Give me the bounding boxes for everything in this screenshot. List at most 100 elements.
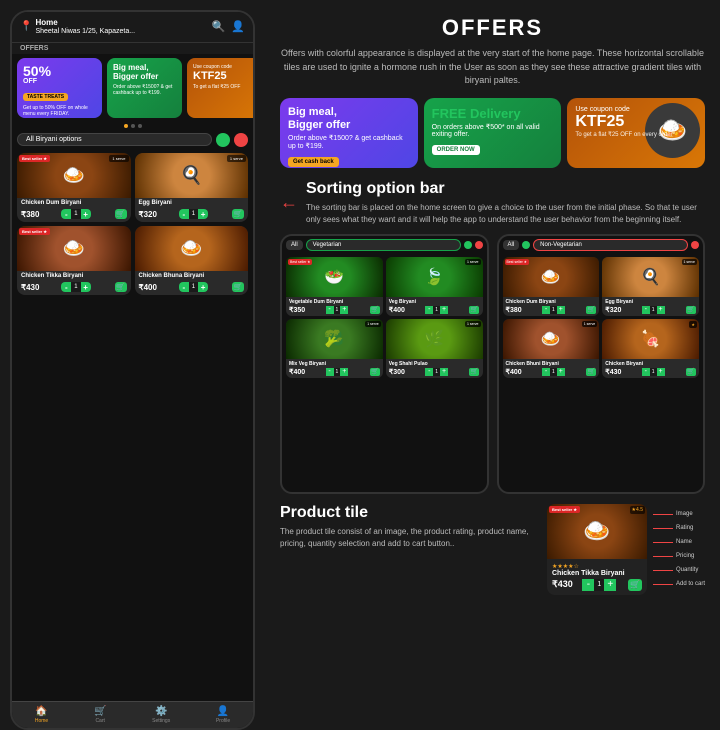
mini-veg-cart-4[interactable]: 🛒 <box>469 368 479 376</box>
mini-veg-plus-2[interactable]: + <box>440 306 448 314</box>
pt-cart-btn[interactable]: 🛒 <box>628 579 642 591</box>
nav-settings[interactable]: ⚙️ Settings <box>152 706 170 724</box>
mini-nv-cart-1[interactable]: 🛒 <box>586 306 596 314</box>
mini-veg-minus-1[interactable]: - <box>326 306 334 314</box>
mini-veg-cart-3[interactable]: 🛒 <box>370 368 380 376</box>
qty-plus-3[interactable]: + <box>81 282 91 292</box>
product-name-2: Egg Biryani <box>139 200 245 207</box>
cart-btn-4[interactable]: 🛒 <box>232 282 244 292</box>
mini-veg-dot-nv[interactable] <box>522 241 530 249</box>
qty-control-4[interactable]: - 1 + <box>179 282 208 292</box>
mini-all-btn-nonveg[interactable]: All <box>503 240 520 250</box>
mini-veg-card-2[interactable]: 🍃 1 serve Veg Biryani ₹400 - 1 + � <box>386 257 483 316</box>
offer-card-big-meal[interactable]: Big meal,Bigger offer Order above ₹1500?… <box>107 58 182 118</box>
mini-nv-qty-2[interactable]: - 1 + <box>642 306 665 314</box>
mini-nv-qty-1[interactable]: - 1 + <box>542 306 565 314</box>
mini-all-btn-veg[interactable]: All <box>286 240 303 250</box>
taste-treats-btn[interactable]: TASTE TREATS <box>23 93 68 101</box>
qty-minus-3[interactable]: - <box>61 282 71 292</box>
qty-minus-2[interactable]: - <box>179 209 189 219</box>
display-card-big-meal[interactable]: Big meal,Bigger offer Order above ₹1500?… <box>280 98 418 168</box>
non-veg-filter-dot[interactable] <box>234 133 248 147</box>
mini-veg-filter[interactable]: Vegetarian <box>306 239 461 251</box>
offer-card-discount[interactable]: 50% OFF TASTE TREATS Get up to 50% OFF o… <box>17 58 102 118</box>
mini-nv-qty-3[interactable]: - 1 + <box>542 368 565 376</box>
mini-nv-cart-4[interactable]: 🛒 <box>686 368 696 376</box>
mini-veg-plus-4[interactable]: + <box>440 368 448 376</box>
mini-serve-3: 1 serve <box>365 321 380 327</box>
mini-nv-plus-4[interactable]: + <box>657 368 665 376</box>
mini-nv-minus-1[interactable]: - <box>542 306 550 314</box>
mini-nv-plus-3[interactable]: + <box>557 368 565 376</box>
qty-plus-2[interactable]: + <box>198 209 208 219</box>
search-icon[interactable]: 🔍 <box>212 20 226 33</box>
mini-veg-card-1[interactable]: 🥗 Best seller ★ Vegetable Dum Biryani ₹3… <box>286 257 383 316</box>
mini-nv-minus-3[interactable]: - <box>542 368 550 376</box>
mini-veg-cart-2[interactable]: 🛒 <box>469 306 479 314</box>
nav-cart[interactable]: 🛒 Cart <box>94 706 106 724</box>
product-tile-card[interactable]: 🍛 Best seller ★ ★4.5 ★★★★☆ Chicken Tikka… <box>547 504 647 595</box>
mini-nonveg-filter[interactable]: Non-Vegetarian <box>533 239 688 251</box>
qty-control-1[interactable]: - 1 + <box>61 209 90 219</box>
nav-home[interactable]: 🏠 Home <box>35 706 48 724</box>
pt-qty-control[interactable]: - 1 + <box>582 579 616 591</box>
product-price-1: ₹380 <box>21 210 39 219</box>
nav-profile[interactable]: 👤 Profile <box>216 706 230 724</box>
mini-nv-minus-4[interactable]: - <box>642 368 650 376</box>
mini-veg-cart-1[interactable]: 🛒 <box>370 306 380 314</box>
qty-plus-4[interactable]: + <box>198 282 208 292</box>
mini-veg-qty-1[interactable]: - 1 + <box>326 306 349 314</box>
mini-nv-qty-4[interactable]: - 1 + <box>642 368 665 376</box>
pt-qty-plus[interactable]: + <box>604 579 616 591</box>
qty-minus-1[interactable]: - <box>61 209 71 219</box>
mini-nv-card-2[interactable]: 🍳 1 serve Egg Biryani ₹320 - 1 + � <box>602 257 699 316</box>
all-biryani-filter[interactable]: All Biryani options <box>17 133 212 146</box>
mini-veg-qty-2[interactable]: - 1 + <box>425 306 448 314</box>
qty-plus-1[interactable]: + <box>81 209 91 219</box>
mini-veg-minus-4[interactable]: - <box>425 368 433 376</box>
mini-veg-minus-2[interactable]: - <box>425 306 433 314</box>
mini-veg-card-3[interactable]: 🥦 1 serve Mix Veg Biryani ₹400 - 1 + <box>286 319 383 378</box>
mini-nonveg-dot-veg[interactable] <box>475 241 483 249</box>
product-card-4[interactable]: 🍛 Chicken Bhuna Biryani ₹400 - 1 + 🛒 <box>135 226 249 295</box>
mini-nv-cart-2[interactable]: 🛒 <box>686 306 696 314</box>
product-card-1[interactable]: 🍛 Best seller ★ 1 serve Chicken Dum Biry… <box>17 153 131 222</box>
profile-icon[interactable]: 👤 <box>231 20 245 33</box>
veg-filter-dot[interactable] <box>216 133 230 147</box>
mini-veg-qty-3[interactable]: - 1 + <box>326 368 349 376</box>
mini-nonveg-dot[interactable] <box>691 241 699 249</box>
qty-minus-4[interactable]: - <box>179 282 189 292</box>
product-card-2[interactable]: 🍳 1 serve Egg Biryani ₹320 - 1 + 🛒 <box>135 153 249 222</box>
cart-btn-2[interactable]: 🛒 <box>232 209 244 219</box>
mini-nv-img-1: 🍛 Best seller ★ <box>503 257 600 297</box>
qty-control-3[interactable]: - 1 + <box>61 282 90 292</box>
product-info-4: Chicken Bhuna Biryani ₹400 - 1 + 🛒 <box>135 271 249 295</box>
mini-nv-cart-3[interactable]: 🛒 <box>586 368 596 376</box>
mini-veg-minus-3[interactable]: - <box>326 368 334 376</box>
product-card-3[interactable]: 🍛 Best seller ★ Chicken Tikka Biryani ₹4… <box>17 226 131 295</box>
display-card-coupon[interactable]: 🍛 Use coupon code KTF25 To get a flat ₹2… <box>567 98 705 168</box>
mini-nv-plus-1[interactable]: + <box>557 306 565 314</box>
offer-card-coupon[interactable]: Use coupon code KTF25 To get a flat ₹25 … <box>187 58 253 118</box>
mini-veg-card-4[interactable]: 🌿 1 serve Veg Shahi Pulao ₹300 - 1 + <box>386 319 483 378</box>
mini-veg-plus-3[interactable]: + <box>340 368 348 376</box>
qty-control-2[interactable]: - 1 + <box>179 209 208 219</box>
dot-2[interactable] <box>131 124 135 128</box>
pt-annotation-cart: Add to cart <box>653 581 705 587</box>
mini-nv-card-4[interactable]: 🍖 ★ Chicken Biryani ₹430 - 1 + 🛒 <box>602 319 699 378</box>
mini-nv-card-1[interactable]: 🍛 Best seller ★ Chicken Dum Biryani ₹380… <box>503 257 600 316</box>
pt-qty-minus[interactable]: - <box>582 579 594 591</box>
mini-veg-plus-1[interactable]: + <box>340 306 348 314</box>
display-card-free-delivery[interactable]: FREE Delivery On orders above ₹500* on a… <box>424 98 562 168</box>
cart-btn-3[interactable]: 🛒 <box>115 282 127 292</box>
mini-nv-minus-2[interactable]: - <box>642 306 650 314</box>
display-card-btn-1[interactable]: Get cash back <box>288 157 339 167</box>
cart-btn-1[interactable]: 🛒 <box>115 209 127 219</box>
mini-veg-qty-4[interactable]: - 1 + <box>425 368 448 376</box>
mini-nv-plus-2[interactable]: + <box>657 306 665 314</box>
order-now-btn[interactable]: ORDER NOW <box>432 145 480 155</box>
dot-1[interactable] <box>124 124 128 128</box>
mini-nv-card-3[interactable]: 🍛 1 serve Chicken Bhuni Biryani ₹400 - 1… <box>503 319 600 378</box>
mini-veg-dot[interactable] <box>464 241 472 249</box>
dot-3[interactable] <box>138 124 142 128</box>
